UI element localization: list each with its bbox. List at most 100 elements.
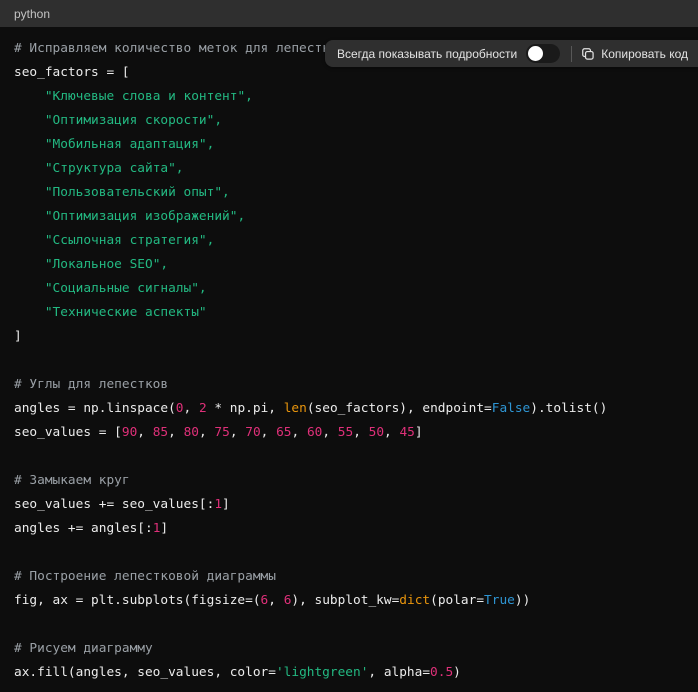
code-line: "Оптимизация скорости", (14, 109, 684, 133)
code-token: "Технические аспекты" (45, 305, 207, 320)
code-line: "Пользовательский опыт", (14, 181, 684, 205)
code-token: , (384, 425, 399, 440)
code-line: fig, ax = plt.subplots(figsize=(6, 6), s… (14, 589, 684, 613)
always-show-details-label: Всегда показывать подробности (337, 47, 517, 61)
code-line: seo_values += seo_values[:1] (14, 493, 684, 517)
code-token: 90 (122, 425, 137, 440)
always-show-details-toggle[interactable] (526, 44, 560, 63)
code-line: "Мобильная адаптация", (14, 133, 684, 157)
code-token (14, 233, 45, 248)
code-token: ).tolist() (530, 401, 607, 416)
code-token: * np.pi, (207, 401, 284, 416)
code-token: "Структура сайта", (45, 161, 184, 176)
code-token: ] (14, 329, 22, 344)
code-token: ] (160, 521, 168, 536)
code-token: ax.fill(angles, seo_values, color= (14, 665, 276, 680)
code-line: seo_values = [90, 85, 80, 75, 70, 65, 60… (14, 421, 684, 445)
code-token: # Исправляем количество меток для лепест… (14, 41, 345, 56)
code-token: 70 (245, 425, 260, 440)
code-token: "Пользовательский опыт", (45, 185, 230, 200)
code-token: ] (415, 425, 423, 440)
code-token (14, 305, 45, 320)
copy-code-button[interactable]: Копировать код (581, 47, 688, 61)
code-token (14, 257, 45, 272)
code-token: )) (515, 593, 530, 608)
language-label: python (14, 7, 50, 21)
code-token: "Мобильная адаптация", (45, 137, 215, 152)
code-token: 'lightgreen' (276, 665, 368, 680)
code-header: python (0, 0, 698, 27)
code-line: ] (14, 325, 684, 349)
code-token: , alpha= (368, 665, 430, 680)
code-token: , (184, 401, 199, 416)
code-token: # Построение лепестковой диаграммы (14, 569, 276, 584)
code-line: # Рисуем диаграмму (14, 637, 684, 661)
code-token: , (168, 425, 183, 440)
code-token: True (484, 593, 515, 608)
code-token: dict (399, 593, 430, 608)
code-line: "Локальное SEO", (14, 253, 684, 277)
code-line (14, 541, 684, 565)
code-token: # Углы для лепестков (14, 377, 168, 392)
code-token: fig, ax = plt.subplots(figsize=( (14, 593, 261, 608)
code-token: ] (222, 497, 230, 512)
code-line: angles += angles[:1] (14, 517, 684, 541)
copy-code-label: Копировать код (601, 47, 688, 61)
code-token: 65 (276, 425, 291, 440)
code-token: , (137, 425, 152, 440)
code-token: seo_factors = [ (14, 65, 130, 80)
code-token (14, 113, 45, 128)
code-token: , (261, 425, 276, 440)
code-token: (polar= (430, 593, 484, 608)
code-token: (seo_factors), endpoint= (307, 401, 492, 416)
code-line: "Социальные сигналы", (14, 277, 684, 301)
code-token: "Ключевые слова и контент", (45, 89, 253, 104)
code-token: ) (453, 665, 461, 680)
code-line (14, 349, 684, 373)
code-line: # Замыкаем круг (14, 469, 684, 493)
code-line (14, 445, 684, 469)
code-line: ax.fill(angles, seo_values, color='light… (14, 661, 684, 685)
code-token (14, 209, 45, 224)
copy-icon (581, 47, 595, 61)
code-token: 80 (184, 425, 199, 440)
code-line: "Технические аспекты" (14, 301, 684, 325)
code-token: , (230, 425, 245, 440)
code-token: "Социальные сигналы", (45, 281, 207, 296)
code-token: 45 (399, 425, 414, 440)
code-token: seo_values = [ (14, 425, 122, 440)
code-token: , (268, 593, 283, 608)
code-token: 60 (307, 425, 322, 440)
code-token: 0.5 (430, 665, 453, 680)
code-token: 55 (338, 425, 353, 440)
toggle-knob (528, 46, 543, 61)
code-line: # Углы для лепестков (14, 373, 684, 397)
code-token (14, 137, 45, 152)
code-token: "Локальное SEO", (45, 257, 168, 272)
code-token (14, 281, 45, 296)
code-token: ), subplot_kw= (291, 593, 399, 608)
code-token: False (492, 401, 531, 416)
code-token (14, 161, 45, 176)
code-toolbar: Всегда показывать подробности Копировать… (325, 40, 698, 67)
code-token: "Ссылочная стратегия", (45, 233, 215, 248)
code-token (14, 185, 45, 200)
code-token: seo_values += seo_values[: (14, 497, 214, 512)
code-token: 2 (199, 401, 207, 416)
code-token: , (199, 425, 214, 440)
code-token: 50 (369, 425, 384, 440)
code-token: 1 (214, 497, 222, 512)
code-block[interactable]: # Исправляем количество меток для лепест… (0, 27, 698, 692)
code-line: angles = np.linspace(0, 2 * np.pi, len(s… (14, 397, 684, 421)
code-line: "Ключевые слова и контент", (14, 85, 684, 109)
code-token: angles = np.linspace( (14, 401, 176, 416)
code-line: "Оптимизация изображений", (14, 205, 684, 229)
code-token: "Оптимизация изображений", (45, 209, 245, 224)
code-line (14, 613, 684, 637)
code-token (14, 89, 45, 104)
code-line: "Структура сайта", (14, 157, 684, 181)
code-token: , (353, 425, 368, 440)
code-line: # Построение лепестковой диаграммы (14, 565, 684, 589)
toolbar-divider (571, 46, 572, 62)
code-token: , (292, 425, 307, 440)
